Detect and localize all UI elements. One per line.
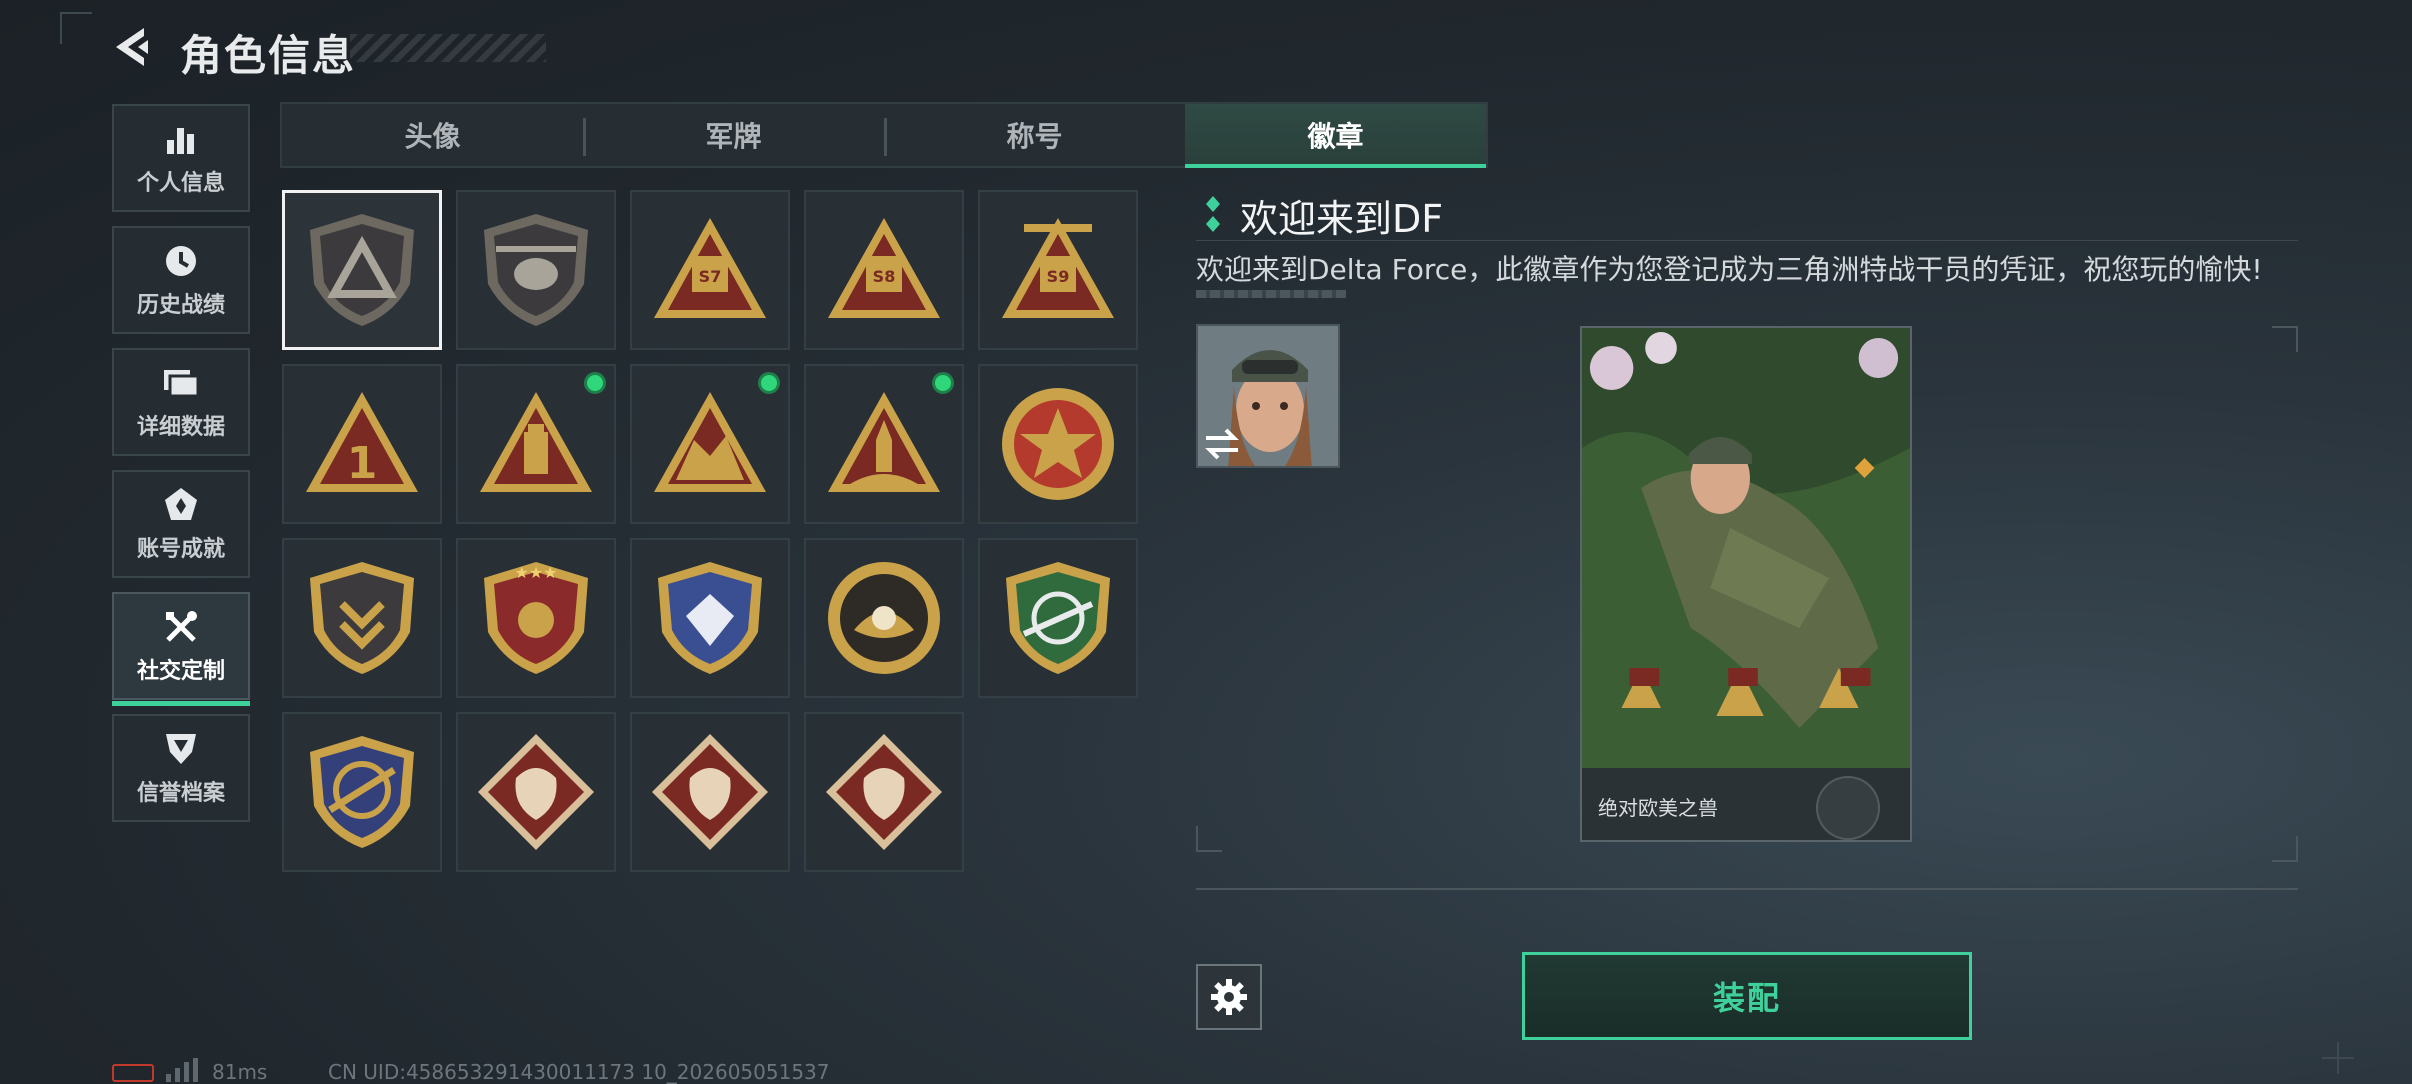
badge-slot[interactable] [456,364,616,524]
s9-badge-icon: S9 [1002,218,1114,318]
helicopter-badge-icon [484,214,588,326]
sidebar-item-achievements[interactable]: 账号成就 [112,470,250,578]
badge-name: 欢迎来到DF [1240,197,1444,241]
card-label: 绝对欧美之兽 [1598,796,1718,820]
sidebar-item-personal-info[interactable]: 个人信息 [112,104,250,212]
signal-icon [166,1058,198,1082]
s7-badge-icon: S7 [654,218,766,318]
dragon-badge-icon [652,734,768,850]
badge-slot[interactable] [804,538,964,698]
tab-badge[interactable]: 徽章 [1185,104,1486,168]
badge-slot[interactable] [282,190,442,350]
back-arrow-icon [116,28,148,66]
chevron-shield-badge-icon [310,562,414,674]
rocket-badge-icon [828,392,940,492]
tab-dogtag[interactable]: 军牌 [583,104,884,166]
folder-icon [159,363,203,403]
plus-decoration [2322,1042,2354,1074]
badge-slot[interactable] [282,538,442,698]
rifle-shield-badge-icon [310,736,414,848]
divider [1196,240,2298,241]
diamond-shield-badge-icon [658,562,762,674]
character-card[interactable]: 绝对欧美之兽 [1580,326,1912,842]
new-indicator-dot [932,372,954,394]
corner-decoration [60,12,92,44]
gear-icon [1211,979,1247,1015]
rank-1-badge-icon: 1 [306,392,418,492]
settings-button[interactable] [1196,964,1262,1030]
uid-readout: CN UID:458653291430011173 10_20260505153… [328,1060,830,1084]
badge-slot[interactable] [804,712,964,872]
progress-strip [1196,290,1346,298]
diamond-marker-icon [1206,196,1220,232]
sidebar-item-label: 社交定制 [136,659,225,684]
badge-slot[interactable] [456,190,616,350]
svg-text:S8: S8 [873,267,896,286]
badge-slot[interactable] [630,364,790,524]
wolf-badge-icon [478,734,594,850]
badge-description: 欢迎来到Delta Force，此徽章作为您登记成为三角洲特战干员的凭证，祝您玩… [1196,253,2263,286]
new-indicator-dot [584,372,606,394]
badge-slot[interactable] [804,364,964,524]
page-title: 角色信息 [180,31,357,80]
sidebar-item-detailed-data[interactable]: 详细数据 [112,348,250,456]
df-welcome-badge-icon [310,214,414,326]
new-indicator-dot [758,372,780,394]
equip-button[interactable]: 装配 [1522,952,1972,1040]
three-star-shield-badge-icon: ★★★ [484,562,588,674]
badge-slot[interactable] [282,712,442,872]
runner-badge-icon [826,734,942,850]
reputation-icon [159,729,203,769]
star-medal-badge-icon [1002,388,1114,500]
equip-button-label: 装配 [1712,979,1781,1017]
sidebar-item-label: 详细数据 [136,415,225,440]
svg-text:S7: S7 [699,267,722,286]
badge-slot[interactable]: S9 [978,190,1138,350]
sidebar-item-label: 信誉档案 [136,781,225,806]
card-footer: 绝对欧美之兽 [1582,768,1910,840]
badge-slot[interactable] [456,712,616,872]
frame-corner [2272,836,2298,862]
badge-slot[interactable] [630,538,790,698]
sidebar-item-label: 账号成就 [136,537,225,562]
history-clock-icon [159,241,203,281]
pearl-badge-icon [828,562,940,674]
title-decoration [350,34,546,62]
divider [1196,888,2298,890]
sidebar-item-reputation[interactable]: 信誉档案 [112,714,250,822]
swap-icon [1205,428,1239,460]
sidebar-item-label: 历史战绩 [136,293,225,318]
achievement-icon [159,485,203,525]
badge-slot[interactable]: S7 [630,190,790,350]
sidebar-item-social-custom[interactable]: 社交定制 [112,592,250,706]
frame-corner [2272,326,2298,352]
tab-bar: 头像 军牌 称号 徽章 [280,102,1488,168]
badge-slot[interactable]: 1 [282,364,442,524]
s8-badge-icon: S8 [828,218,940,318]
tab-title[interactable]: 称号 [884,104,1185,166]
avatar[interactable] [1196,324,1340,468]
card-circle-decoration [1816,776,1880,840]
badge-slot[interactable]: ★★★ [456,538,616,698]
card-artwork [1582,328,1910,768]
tools-icon [159,607,203,647]
badge-slot[interactable] [630,712,790,872]
sidebar-item-label: 个人信息 [136,171,225,196]
badge-slot[interactable] [978,538,1138,698]
badge-slot[interactable] [978,364,1138,524]
svg-text:S9: S9 [1047,267,1070,286]
svg-text:1: 1 [347,438,378,489]
ping-readout: 81ms [212,1060,268,1084]
svg-text:★★★: ★★★ [514,563,557,582]
sidebar-item-history[interactable]: 历史战绩 [112,226,250,334]
sniper-badge-icon [1006,562,1110,674]
usb-badge-icon [480,392,592,492]
bar-chart-icon [159,119,203,159]
frame-corner [1196,826,1222,852]
back-button[interactable] [108,22,158,72]
badge-slot[interactable]: S8 [804,190,964,350]
soldiers-badge-icon [654,392,766,492]
tab-avatar[interactable]: 头像 [282,104,583,166]
battery-icon [112,1064,154,1082]
